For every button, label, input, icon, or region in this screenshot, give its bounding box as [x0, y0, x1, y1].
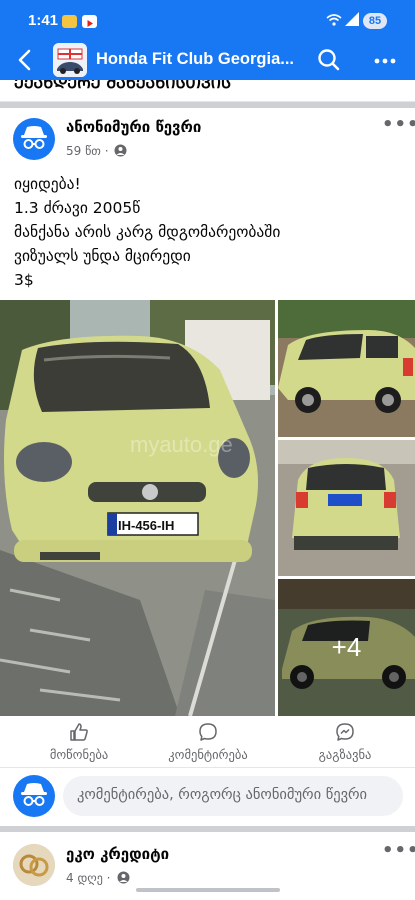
more-photos-count[interactable]: +4 [278, 579, 415, 716]
search-icon[interactable] [316, 47, 342, 73]
home-indicator[interactable] [136, 888, 280, 892]
youtube-icon [82, 15, 97, 28]
post-body: იყიდება! 1.3 ძრავი 2005წ მანქანა არის კა… [14, 172, 280, 292]
post-actions: მოწონება კომენტირება გაგზავნა [0, 718, 415, 768]
signal-icon [345, 12, 359, 26]
post-time[interactable]: 59 წთ · [66, 144, 109, 158]
post-line: მანქანა არის კარგ მდგომარეობაში [14, 223, 281, 241]
watermark-text: myauto.ge [130, 432, 233, 457]
group-avatar[interactable] [53, 43, 87, 77]
audience-icon [114, 144, 127, 157]
post-header: ანონიმური წევრი 59 წთ · ••• [0, 110, 415, 166]
like-label: მოწონება [49, 747, 109, 762]
group-title[interactable]: Honda Fit Club Georgia... [96, 50, 306, 69]
post-line: 1.3 ძრავი 2005წ [14, 199, 141, 217]
like-button[interactable]: მოწონება [24, 722, 134, 766]
anonymous-icon [21, 126, 47, 149]
photo-grid: IH-456-IH myauto.ge +4 [0, 300, 415, 716]
post-line: იყიდება! [14, 175, 81, 193]
status-bar: 1:41 85 [0, 0, 415, 40]
top-bar: 1:41 85 Honda Fit Club Georgia... [0, 0, 415, 80]
comment-button[interactable]: კომენტირება [152, 722, 264, 766]
next-post-options-icon[interactable]: ••• [382, 840, 415, 861]
previous-post-text: ᲔᲥᲐᲜᲓᲔᲠᲔ ᲛᲐᲜᲥᲐᲜᲘᲡᲗᲕᲘᲡ [14, 80, 232, 92]
next-post-time[interactable]: 4 დღე · [66, 871, 110, 885]
anonymous-icon [21, 783, 47, 806]
notification-app-icon [62, 15, 77, 28]
share-icon [336, 723, 354, 741]
audience-icon [117, 871, 130, 884]
share-label: გაგზავნა [318, 747, 372, 762]
post-separator [0, 102, 415, 108]
photo-side[interactable] [278, 300, 415, 437]
more-icon[interactable] [372, 48, 398, 74]
composer-avatar [13, 775, 55, 817]
post-line: 3$ [14, 271, 34, 289]
post-line: ვიზუალს უნდა მცირედი [14, 247, 191, 265]
photo-rear[interactable] [278, 440, 415, 576]
comment-input[interactable]: კომენტირება, როგორც ანონიმური წევრი [63, 776, 403, 816]
comment-composer: კომენტირება, როგორც ანონიმური წევრი [0, 768, 415, 824]
comment-placeholder: კომენტირება, როგორც ანონიმური წევრი [77, 787, 368, 803]
next-post-avatar[interactable] [13, 844, 55, 886]
post-author[interactable]: ანონიმური წევრი [66, 118, 201, 136]
status-time: 1:41 [28, 12, 59, 29]
share-button[interactable]: გაგზავნა [290, 722, 400, 766]
battery-indicator: 85 [363, 13, 387, 29]
photo-main[interactable]: IH-456-IH myauto.ge [0, 300, 275, 716]
back-arrow-icon[interactable] [14, 46, 38, 74]
wifi-icon [326, 13, 342, 31]
post-options-icon[interactable]: ••• [382, 114, 415, 135]
like-icon [70, 723, 88, 741]
comment-icon [199, 723, 217, 741]
license-plate-text: IH-456-IH [118, 518, 174, 533]
post-separator [0, 826, 415, 832]
anonymous-avatar[interactable] [13, 118, 55, 160]
app-header: Honda Fit Club Georgia... [0, 40, 415, 80]
comment-label: კომენტირება [168, 747, 248, 762]
previous-post-cutoff: ᲔᲥᲐᲜᲓᲔᲠᲔ ᲛᲐᲜᲥᲐᲜᲘᲡᲗᲕᲘᲡ [0, 80, 415, 102]
next-post-author[interactable]: ეკო კრედიტი [66, 845, 169, 863]
photo-more[interactable]: +4 [278, 579, 415, 716]
